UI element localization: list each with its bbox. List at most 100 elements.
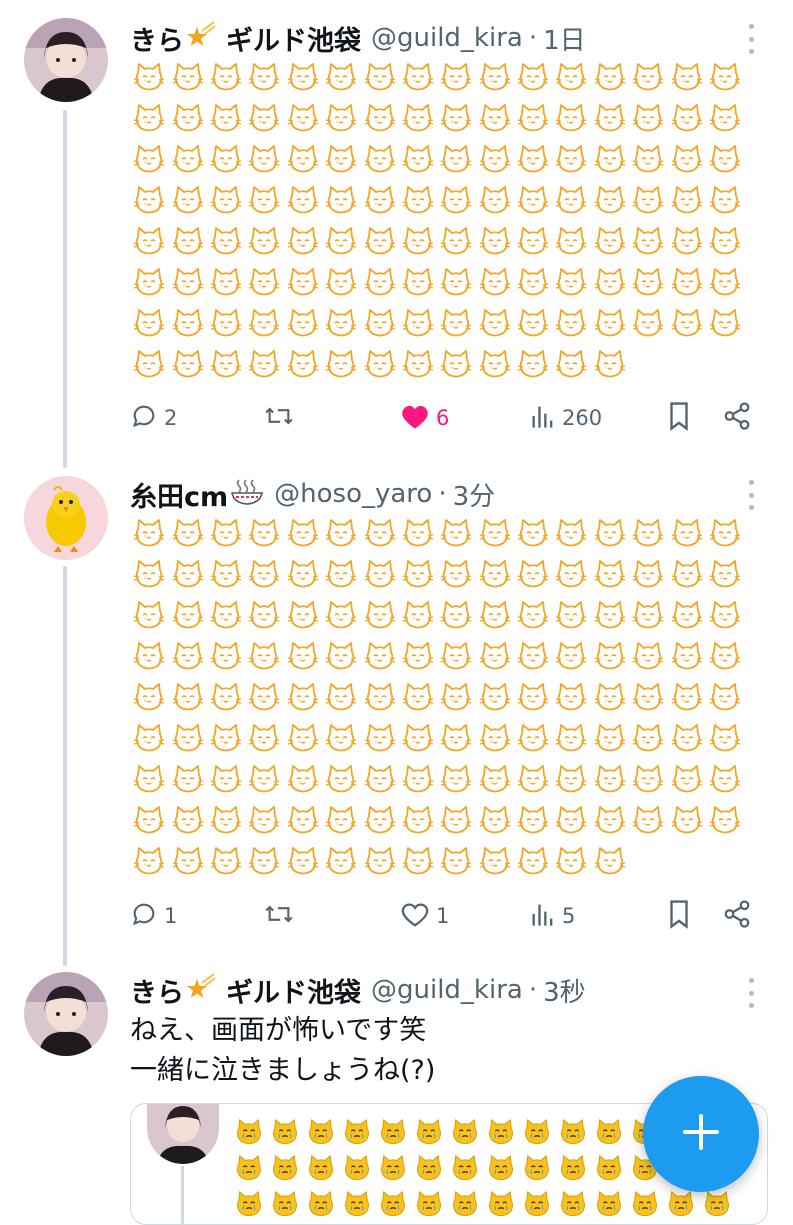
crying-cat-emoji bbox=[399, 717, 437, 758]
crying-cat-emoji bbox=[706, 97, 744, 138]
crying-cat-emoji bbox=[322, 261, 360, 302]
crying-cat-face-emoji bbox=[555, 1114, 591, 1150]
crying-cat-emoji bbox=[284, 512, 322, 553]
tweet-content bbox=[130, 56, 745, 384]
timestamp[interactable]: 3秒 bbox=[543, 972, 586, 1009]
crying-cat-face-emoji bbox=[231, 1186, 267, 1222]
reply-button[interactable]: 1 bbox=[130, 896, 177, 936]
views-icon bbox=[530, 402, 556, 435]
crying-cat-emoji bbox=[245, 840, 283, 881]
thread-line bbox=[63, 110, 67, 468]
crying-cat-face-emoji bbox=[519, 1150, 555, 1186]
user-handle[interactable]: @guild_kira bbox=[371, 23, 523, 53]
crying-cat-emoji bbox=[629, 56, 667, 97]
reply-button[interactable]: 2 bbox=[130, 398, 177, 438]
bookmark-button[interactable] bbox=[666, 896, 692, 936]
reply-count: 1 bbox=[164, 904, 178, 928]
crying-cat-emoji bbox=[591, 261, 629, 302]
crying-cat-emoji bbox=[322, 635, 360, 676]
avatar[interactable] bbox=[24, 476, 108, 560]
shooting-star-icon bbox=[186, 973, 216, 1007]
like-button[interactable]: 6 bbox=[400, 398, 449, 438]
user-handle[interactable]: @hoso_yaro bbox=[274, 479, 432, 509]
retweet-button[interactable] bbox=[262, 398, 302, 438]
retweet-button[interactable] bbox=[262, 896, 302, 936]
crying-cat-emoji bbox=[552, 56, 590, 97]
crying-cat-emoji bbox=[629, 676, 667, 717]
crying-cat-emoji bbox=[360, 302, 398, 343]
crying-cat-emoji bbox=[667, 594, 705, 635]
crying-cat-emoji bbox=[322, 594, 360, 635]
crying-cat-emoji bbox=[245, 635, 283, 676]
display-name-suffix[interactable]: ギルド池袋 bbox=[226, 971, 361, 1010]
crying-cat-emoji bbox=[667, 302, 705, 343]
display-name[interactable]: きら bbox=[130, 971, 184, 1010]
timestamp[interactable]: 1日 bbox=[543, 20, 586, 57]
avatar[interactable] bbox=[24, 18, 108, 102]
crying-cat-emoji bbox=[437, 799, 475, 840]
crying-cat-emoji bbox=[706, 302, 744, 343]
more-options-icon[interactable] bbox=[742, 480, 760, 510]
compose-button[interactable] bbox=[643, 1076, 759, 1192]
crying-cat-emoji bbox=[591, 179, 629, 220]
crying-cat-emoji bbox=[667, 179, 705, 220]
crying-cat-emoji bbox=[629, 261, 667, 302]
crying-cat-emoji bbox=[591, 138, 629, 179]
crying-cat-emoji bbox=[284, 717, 322, 758]
crying-cat-emoji bbox=[399, 799, 437, 840]
retweet-icon bbox=[262, 402, 296, 435]
tweet-text-line: 一緒に泣きましょうね(?) bbox=[130, 1055, 436, 1086]
share-button[interactable] bbox=[722, 398, 752, 438]
crying-cat-emoji bbox=[245, 220, 283, 261]
crying-cat-emoji bbox=[360, 717, 398, 758]
crying-cat-emoji bbox=[706, 220, 744, 261]
crying-cat-emoji bbox=[667, 56, 705, 97]
crying-cat-emoji bbox=[552, 840, 590, 881]
crying-cat-emoji bbox=[207, 179, 245, 220]
crying-cat-emoji bbox=[476, 302, 514, 343]
display-name[interactable]: きら bbox=[130, 19, 184, 58]
crying-cat-emoji bbox=[360, 138, 398, 179]
crying-cat-emoji bbox=[399, 594, 437, 635]
crying-cat-emoji bbox=[706, 799, 744, 840]
display-name-suffix[interactable]: ギルド池袋 bbox=[226, 19, 361, 58]
user-handle[interactable]: @guild_kira bbox=[371, 975, 523, 1005]
more-options-icon[interactable] bbox=[742, 978, 760, 1008]
avatar bbox=[147, 1104, 219, 1164]
crying-cat-emoji bbox=[360, 512, 398, 553]
crying-cat-emoji bbox=[514, 302, 552, 343]
thread-line bbox=[181, 1166, 184, 1224]
crying-cat-emoji bbox=[667, 799, 705, 840]
crying-cat-emoji bbox=[168, 261, 206, 302]
crying-cat-emoji bbox=[476, 512, 514, 553]
crying-cat-emoji bbox=[284, 594, 322, 635]
timestamp[interactable]: 3分 bbox=[453, 476, 496, 513]
crying-cat-emoji bbox=[591, 676, 629, 717]
crying-cat-emoji bbox=[168, 56, 206, 97]
display-name[interactable]: 糸田cm bbox=[130, 475, 228, 514]
crying-cat-emoji bbox=[476, 717, 514, 758]
crying-cat-emoji bbox=[360, 594, 398, 635]
crying-cat-emoji bbox=[245, 512, 283, 553]
crying-cat-emoji bbox=[514, 594, 552, 635]
crying-cat-emoji bbox=[245, 97, 283, 138]
crying-cat-emoji bbox=[322, 138, 360, 179]
like-button[interactable]: 1 bbox=[400, 896, 449, 936]
bookmark-button[interactable] bbox=[666, 398, 692, 438]
views-button[interactable]: 260 bbox=[530, 398, 602, 438]
reply-count: 2 bbox=[164, 406, 178, 430]
crying-cat-face-emoji bbox=[375, 1114, 411, 1150]
crying-cat-face-emoji bbox=[555, 1186, 591, 1222]
crying-cat-emoji bbox=[437, 220, 475, 261]
crying-cat-emoji bbox=[552, 676, 590, 717]
crying-cat-emoji bbox=[629, 799, 667, 840]
crying-cat-emoji bbox=[552, 261, 590, 302]
crying-cat-face-emoji bbox=[411, 1150, 447, 1186]
avatar[interactable] bbox=[24, 972, 108, 1056]
crying-cat-emoji bbox=[207, 261, 245, 302]
crying-cat-emoji bbox=[284, 676, 322, 717]
more-options-icon[interactable] bbox=[742, 24, 760, 54]
views-button[interactable]: 5 bbox=[530, 896, 575, 936]
crying-cat-emoji bbox=[437, 179, 475, 220]
share-button[interactable] bbox=[722, 896, 752, 936]
